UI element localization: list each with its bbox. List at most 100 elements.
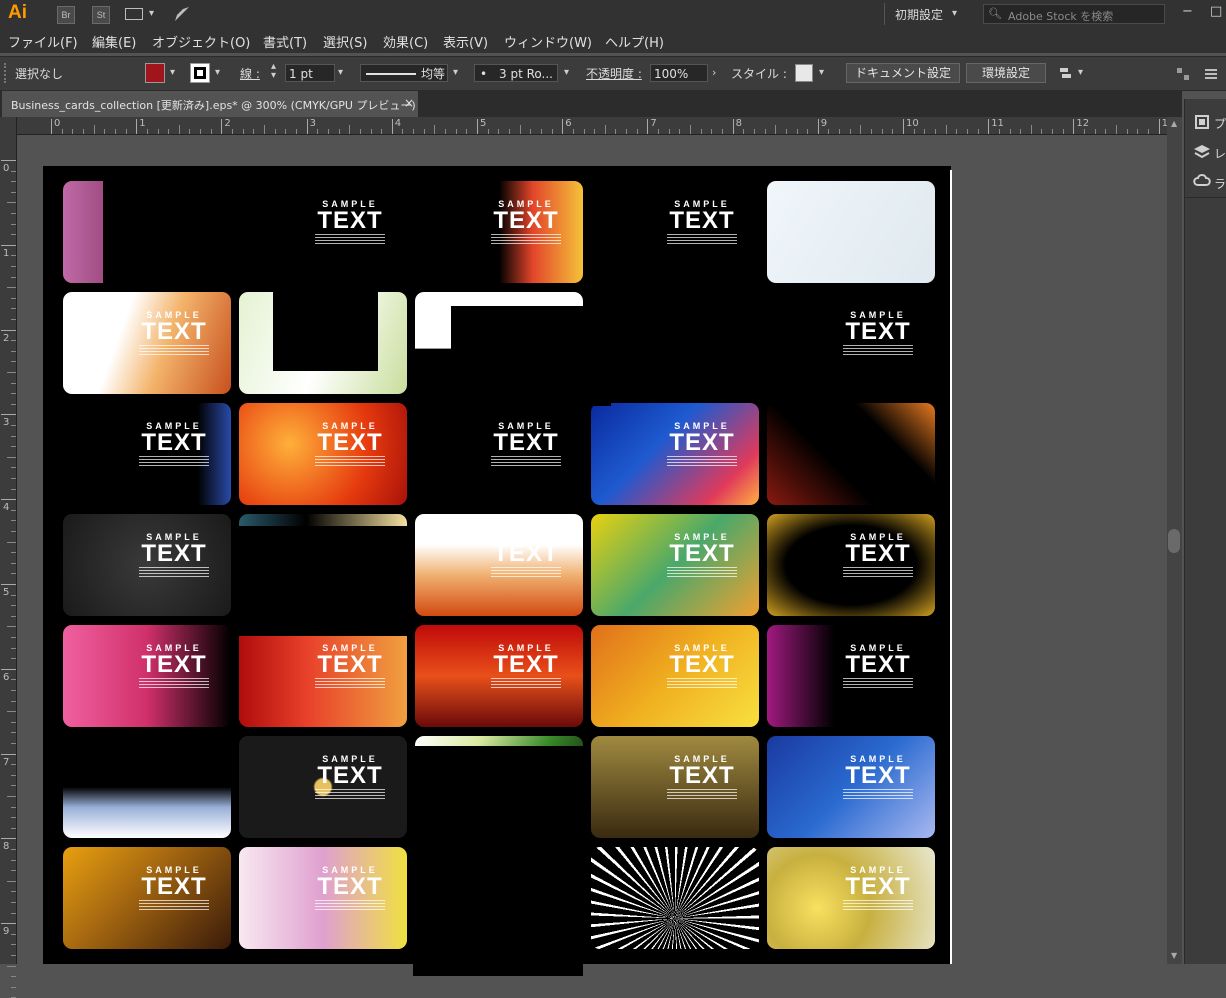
scroll-up-arrow[interactable]: ▲ xyxy=(1171,119,1177,128)
gpu-performance-icon[interactable] xyxy=(173,5,191,27)
menu-edit[interactable]: 編集(E) xyxy=(92,32,136,51)
scrollbar-thumb[interactable] xyxy=(1168,529,1180,553)
business-card-artwork[interactable]: SAMPLETEXT xyxy=(767,514,935,616)
stock-icon[interactable]: St xyxy=(92,6,110,24)
menu-help[interactable]: ヘルプ(H) xyxy=(605,32,664,51)
menu-type[interactable]: 書式(T) xyxy=(263,32,307,51)
business-card-artwork[interactable]: SAMPLETEXT xyxy=(767,847,935,949)
layers-label[interactable]: レ xyxy=(1214,145,1226,162)
chevron-down-icon[interactable]: ▾ xyxy=(453,67,458,78)
menu-view[interactable]: 表示(V) xyxy=(443,32,488,51)
vertical-scrollbar[interactable]: ▲ ▼ xyxy=(1167,117,1182,964)
business-card-artwork[interactable] xyxy=(63,736,231,838)
opacity-field[interactable]: 100% xyxy=(650,64,708,82)
menu-select[interactable]: 選択(S) xyxy=(323,32,367,51)
align-options-icon[interactable] xyxy=(1058,65,1074,85)
stroke-stepper[interactable]: ▴ ▾ xyxy=(271,62,276,81)
ruler-minor-tick xyxy=(146,129,148,134)
stroke-weight-field[interactable]: 1 pt xyxy=(285,64,335,82)
brush-definition[interactable]: • 3 pt Ro... xyxy=(474,64,558,82)
business-card-artwork[interactable]: SAMPLETEXT xyxy=(591,181,759,283)
document-setup-button[interactable]: ドキュメント設定 xyxy=(846,63,960,83)
chevron-down-icon[interactable]: ▾ xyxy=(149,8,154,19)
ruler-minor-tick xyxy=(104,129,106,134)
business-card-artwork[interactable]: SAMPLETEXT xyxy=(63,514,231,616)
arrange-documents-icon[interactable] xyxy=(125,8,143,20)
workspace-switcher[interactable]: 初期設定 xyxy=(895,6,943,23)
scroll-down-arrow[interactable]: ▼ xyxy=(1171,951,1177,960)
minimize-button[interactable]: − xyxy=(1182,4,1193,19)
opacity-label[interactable]: 不透明度 : xyxy=(586,65,642,82)
business-card-artwork[interactable]: SAMPLETEXT xyxy=(767,736,935,838)
ruler-minor-tick xyxy=(11,721,16,723)
business-card-artwork[interactable]: SAMPLETEXT xyxy=(63,403,231,505)
menu-effect[interactable]: 効果(C) xyxy=(383,32,428,51)
business-card-artwork[interactable]: SAMPLETEXT xyxy=(239,625,407,727)
libraries-label[interactable]: ラ xyxy=(1214,175,1226,192)
horizontal-ruler[interactable]: 012345678910111213 xyxy=(16,117,1224,135)
stock-search-input[interactable]: 🔍︎ Adobe Stock を検索 xyxy=(983,4,1165,24)
business-card-artwork[interactable]: SAMPLETEXT xyxy=(767,292,935,394)
chevron-down-icon[interactable]: ▾ xyxy=(1078,67,1083,78)
menu-file[interactable]: ファイル(F) xyxy=(8,32,78,51)
business-card-artwork[interactable]: SAMPLETEXT xyxy=(591,625,759,727)
stroke-swatch[interactable] xyxy=(190,63,210,83)
chevron-down-icon[interactable]: ▾ xyxy=(564,67,569,78)
ruler-minor-tick xyxy=(317,129,319,134)
panel-menu-icon[interactable] xyxy=(1204,66,1218,85)
business-card-artwork[interactable]: SAMPLETEXT xyxy=(591,736,759,838)
fill-swatch[interactable] xyxy=(145,63,165,83)
stroke-label[interactable]: 線 : xyxy=(240,65,260,82)
chevron-down-icon[interactable]: ▾ xyxy=(819,67,824,78)
chevron-down-icon[interactable]: ▾ xyxy=(215,67,220,78)
variable-width-profile[interactable]: 均等 xyxy=(360,64,448,82)
chevron-down-icon[interactable]: ▾ xyxy=(338,67,343,78)
chevron-down-icon[interactable]: ▾ xyxy=(952,8,957,19)
business-card-artwork[interactable]: SAMPLETEXT xyxy=(415,625,583,727)
business-card-artwork[interactable]: SAMPLETEXT xyxy=(239,181,407,283)
ruler-minor-tick xyxy=(253,129,255,134)
business-card-artwork[interactable]: SAMPLETEXT xyxy=(591,403,759,505)
business-card-artwork[interactable] xyxy=(591,292,759,394)
card-sample-text: SAMPLETEXT xyxy=(129,532,219,579)
arrange-icon[interactable] xyxy=(1176,66,1190,85)
chevron-right-icon[interactable]: › xyxy=(712,66,716,79)
properties-icon[interactable] xyxy=(1193,113,1211,135)
business-card-artwork[interactable]: SAMPLETEXT xyxy=(239,847,407,949)
bridge-icon[interactable]: Br xyxy=(57,6,75,24)
business-card-artwork[interactable] xyxy=(591,847,759,949)
business-card-artwork[interactable]: SAMPLETEXT xyxy=(415,514,583,616)
card-sample-text: SAMPLETEXT xyxy=(833,643,923,690)
card-sample-text: SAMPLETEXT xyxy=(657,421,747,468)
properties-label[interactable]: プ xyxy=(1214,115,1226,132)
artboard[interactable]: SAMPLE TEXT SAMPLE TEXT SAMPLE TEXT SAMPLE TEXT… xyxy=(43,166,951,976)
vertical-ruler[interactable]: 0 1 2 3 4 5 6 7 8 9 xyxy=(0,117,17,998)
ruler-tick xyxy=(136,119,138,134)
close-tab-icon[interactable]: × xyxy=(404,96,414,110)
business-card-artwork[interactable]: SAMPLETEXT xyxy=(415,403,583,505)
preferences-button[interactable]: 環境設定 xyxy=(966,63,1046,83)
ruler-minor-tick xyxy=(11,573,16,575)
business-card-artwork[interactable]: SAMPLETEXT xyxy=(767,625,935,727)
business-card-artwork[interactable]: SAMPLETEXT xyxy=(239,736,407,838)
layers-icon[interactable] xyxy=(1193,143,1211,165)
business-card-artwork[interactable]: SAMPLETEXT xyxy=(63,847,231,949)
business-card-artwork[interactable]: SAMPLETEXT xyxy=(63,625,231,727)
menu-object[interactable]: オブジェクト(O) xyxy=(152,32,250,51)
ruler-label: 6 xyxy=(3,671,10,683)
business-card-artwork[interactable]: SAMPLETEXT xyxy=(415,181,583,283)
chevron-down-icon[interactable]: ▾ xyxy=(170,67,175,78)
business-card-artwork[interactable]: SAMPLETEXT xyxy=(63,292,231,394)
business-card-artwork[interactable] xyxy=(767,181,935,283)
menu-window[interactable]: ウィンドウ(W) xyxy=(504,32,592,51)
ruler-tick xyxy=(562,119,564,134)
grip-handle[interactable] xyxy=(4,63,9,83)
cc-libraries-icon[interactable] xyxy=(1192,172,1212,192)
business-card-artwork[interactable]: SAMPLETEXT xyxy=(591,514,759,616)
ruler-tick xyxy=(51,119,52,134)
business-card-artwork[interactable]: SAMPLETEXT xyxy=(239,403,407,505)
business-card-artwork[interactable] xyxy=(767,403,935,505)
maximize-button[interactable]: □ xyxy=(1210,4,1222,19)
graphic-style-swatch[interactable] xyxy=(795,64,813,82)
document-tab[interactable]: Business_cards_collection [更新済み].eps* @ … xyxy=(2,91,418,117)
